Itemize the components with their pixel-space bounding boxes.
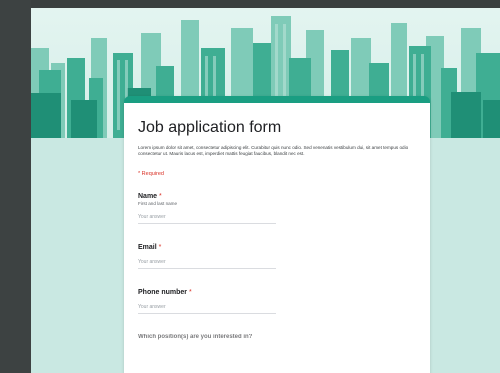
question-name: Name * First and last name Your answer — [138, 193, 416, 224]
question-sublabel: First and last name — [138, 201, 178, 206]
required-asterisk: * — [159, 193, 162, 200]
form-description: Lorem ipsum dolor sit amet, consectetur … — [138, 145, 409, 156]
question-email: Email * Your answer — [138, 244, 416, 269]
question-label-text: Phone number — [138, 289, 188, 296]
question-phone: Phone number * Your answer — [138, 289, 416, 314]
question-label: Phone number * — [138, 289, 416, 296]
email-answer-input[interactable]: Your answer — [138, 257, 276, 269]
required-asterisk: * — [188, 289, 192, 296]
form-title: Job application form — [138, 119, 282, 136]
question-label: Name * — [138, 193, 416, 200]
form-card: Job application form Lorem ipsum dolor s… — [124, 96, 430, 373]
next-question-label-partial: Which position(s) are you interested in? — [138, 334, 253, 340]
window-top-bar — [0, 0, 500, 8]
form-page-background: Job application form Lorem ipsum dolor s… — [31, 8, 500, 373]
required-note: * Required — [138, 171, 164, 177]
question-label-text: Email — [138, 244, 157, 251]
phone-answer-input[interactable]: Your answer — [138, 302, 276, 314]
name-answer-input[interactable]: Your answer — [138, 212, 276, 224]
question-label: Email * — [138, 244, 416, 251]
required-asterisk: * — [158, 244, 162, 251]
window-left-bar — [0, 0, 31, 373]
question-label-text: Name — [138, 193, 158, 200]
